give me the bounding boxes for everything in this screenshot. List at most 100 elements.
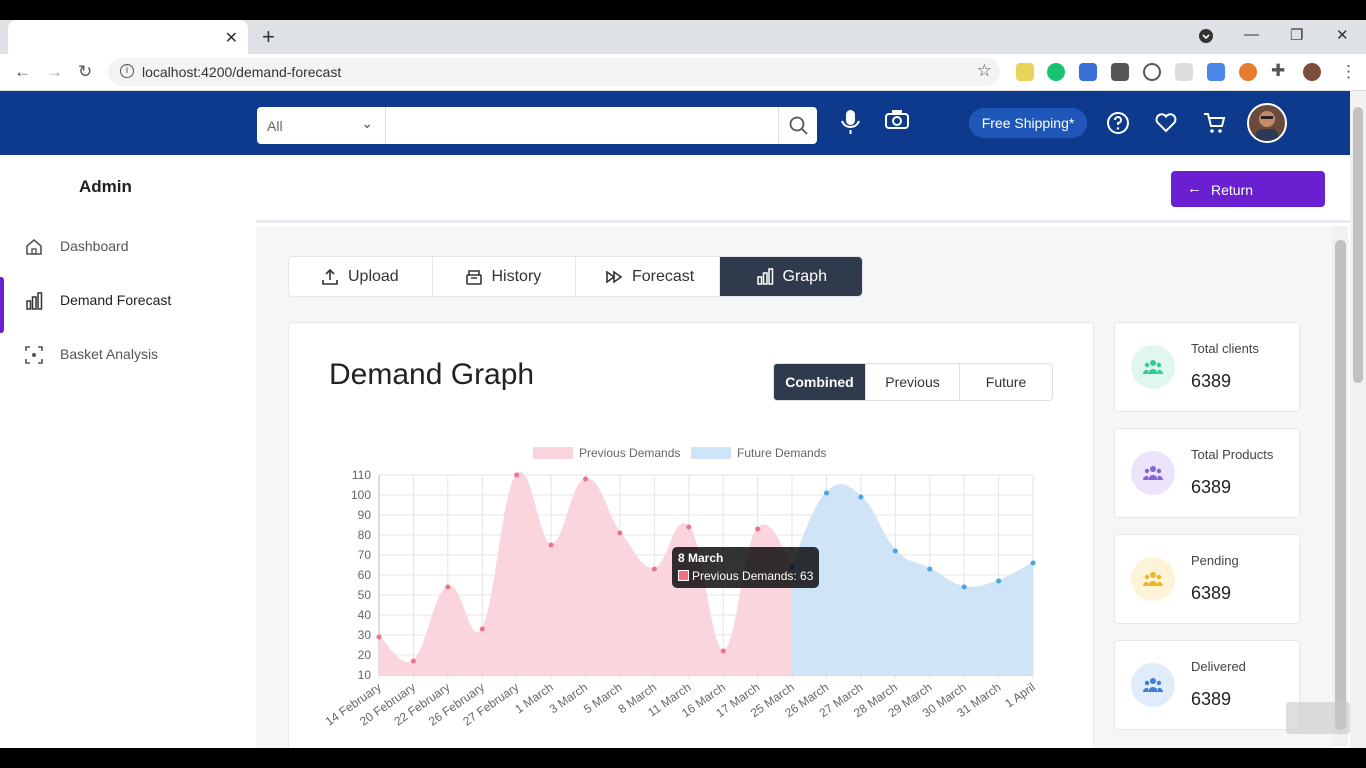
user-avatar[interactable] [1247,103,1287,143]
segment-future[interactable]: Future [960,364,1052,400]
microphone-icon[interactable] [838,107,864,137]
x-tick-label: 1 March [512,680,556,716]
new-tab-icon[interactable]: + [262,24,275,50]
demand-chart[interactable]: 10203040506070809010011014 February20 Fe… [319,423,1079,753]
y-tick-label: 80 [358,528,372,542]
archive-icon [465,270,482,285]
help-icon[interactable] [1106,111,1132,141]
page-scrollbar[interactable] [1350,91,1366,748]
stat-card-total-clients: Total clients 6389 [1114,322,1300,412]
sidebar-item-dashboard[interactable]: Dashboard [0,223,256,271]
search-input[interactable] [386,107,778,144]
chevron-down-icon: ⌄ [361,115,373,131]
bookmark-star-icon[interactable]: ☆ [977,61,992,81]
close-tab-icon[interactable]: ✕ [225,28,238,48]
home-icon [26,238,42,255]
sidebar-item-demand-forecast[interactable]: Demand Forecast [0,277,256,333]
extension-pen-icon[interactable] [1016,63,1034,81]
data-point [858,494,864,500]
profile-avatar-icon[interactable] [1303,63,1321,81]
address-bar[interactable]: i localhost:4200/demand-forecast ☆ [108,58,1000,86]
users-icon [1143,678,1163,692]
stat-icon-circle [1131,663,1175,707]
bar-chart-icon [26,292,43,310]
return-label: Return [1211,182,1254,198]
data-point [617,530,623,536]
stat-value: 6389 [1191,371,1232,391]
screen: ✕ + — ❐ ✕ ← → ↻ i localhost:4200/demand-… [0,0,1366,768]
y-tick-label: 30 [358,628,372,642]
restore-icon[interactable]: ❐ [1290,26,1303,44]
extension-face-icon[interactable] [1239,63,1257,81]
content-scrollbar[interactable] [1332,226,1348,746]
y-tick-label: 90 [358,508,372,522]
profile-dropdown-icon[interactable] [1198,28,1214,48]
tab-history[interactable]: History [433,257,576,296]
stat-icon-circle [1131,451,1175,495]
forward-icon[interactable]: → [46,62,63,82]
data-point [479,626,485,632]
extensions-puzzle-icon[interactable]: ✚ [1271,61,1285,81]
data-point [686,524,692,530]
chart-tooltip: 8 March Previous Demands: 63 [672,547,819,588]
search-category-value: All [267,118,283,134]
url-text[interactable]: localhost:4200/demand-forecast [142,64,341,80]
heart-icon[interactable] [1154,111,1180,141]
tab-forecast[interactable]: Forecast [576,257,720,296]
stat-value: 6389 [1191,583,1232,603]
minimize-icon[interactable]: — [1244,26,1259,43]
data-point [1030,560,1036,566]
y-tick-label: 110 [352,468,371,482]
menu-kebab-icon[interactable]: ⋮ [1340,62,1357,82]
page-scrollbar-thumb[interactable] [1353,107,1363,383]
sidebar-item-label: Dashboard [60,238,129,254]
segment-previous[interactable]: Previous [866,364,960,400]
window-close-icon[interactable]: ✕ [1336,26,1349,44]
extension-dict-icon[interactable] [1079,63,1097,81]
fast-forward-icon [606,270,623,284]
view-tabs: Upload History Forecast Graph [288,256,863,297]
sidebar-item-basket-analysis[interactable]: Basket Analysis [0,331,256,379]
info-icon[interactable]: i [120,64,134,78]
page: Admin Dashboard Demand Forecast Basket A… [0,155,1350,752]
extension-blank-icon[interactable] [1175,63,1193,81]
search-button[interactable] [778,107,817,144]
app-header: All ⌄ Free Shipping* [0,91,1350,155]
return-button[interactable]: ← Return [1171,171,1325,207]
card-title: Demand Graph [329,358,535,391]
picture-in-picture-control[interactable] [1286,702,1350,734]
cart-icon[interactable] [1202,111,1228,141]
data-point [996,578,1002,584]
search-category-select[interactable]: All ⌄ [257,107,386,144]
tab-upload[interactable]: Upload [289,257,433,296]
segment-combined[interactable]: Combined [774,364,866,400]
graph-mode-toggle: Combined Previous Future [773,363,1053,401]
browser-tab[interactable]: ✕ [8,20,248,54]
data-point [961,584,967,590]
stat-icon-circle [1131,557,1175,601]
extension-translate-icon[interactable] [1207,63,1225,81]
y-tick-label: 60 [358,568,372,582]
stat-value: 6389 [1191,689,1232,709]
tab-label: Upload [348,268,399,285]
tab-label: History [491,268,542,285]
y-tick-label: 70 [358,548,372,562]
extension-grammarly-icon[interactable] [1047,63,1065,81]
bar-chart-icon [756,268,773,285]
free-shipping-button[interactable]: Free Shipping* [969,108,1087,138]
tab-graph[interactable]: Graph [719,257,862,296]
reload-icon[interactable]: ↻ [78,62,92,82]
tooltip-swatch [678,570,689,581]
data-point [376,634,382,640]
extension-circle-icon[interactable] [1143,63,1161,81]
tab-label: Forecast [632,268,695,285]
browser-tab-bar: ✕ + — ❐ ✕ [0,20,1366,54]
content-scrollbar-thumb[interactable] [1335,240,1346,730]
demand-graph-card: Demand Graph Combined Previous Future 10… [288,322,1094,752]
data-point [892,548,898,554]
back-icon[interactable]: ← [14,62,31,82]
extension-r-icon[interactable] [1111,63,1129,81]
data-point [410,658,416,664]
stat-value: 6389 [1191,477,1232,497]
camera-icon[interactable] [884,107,910,137]
